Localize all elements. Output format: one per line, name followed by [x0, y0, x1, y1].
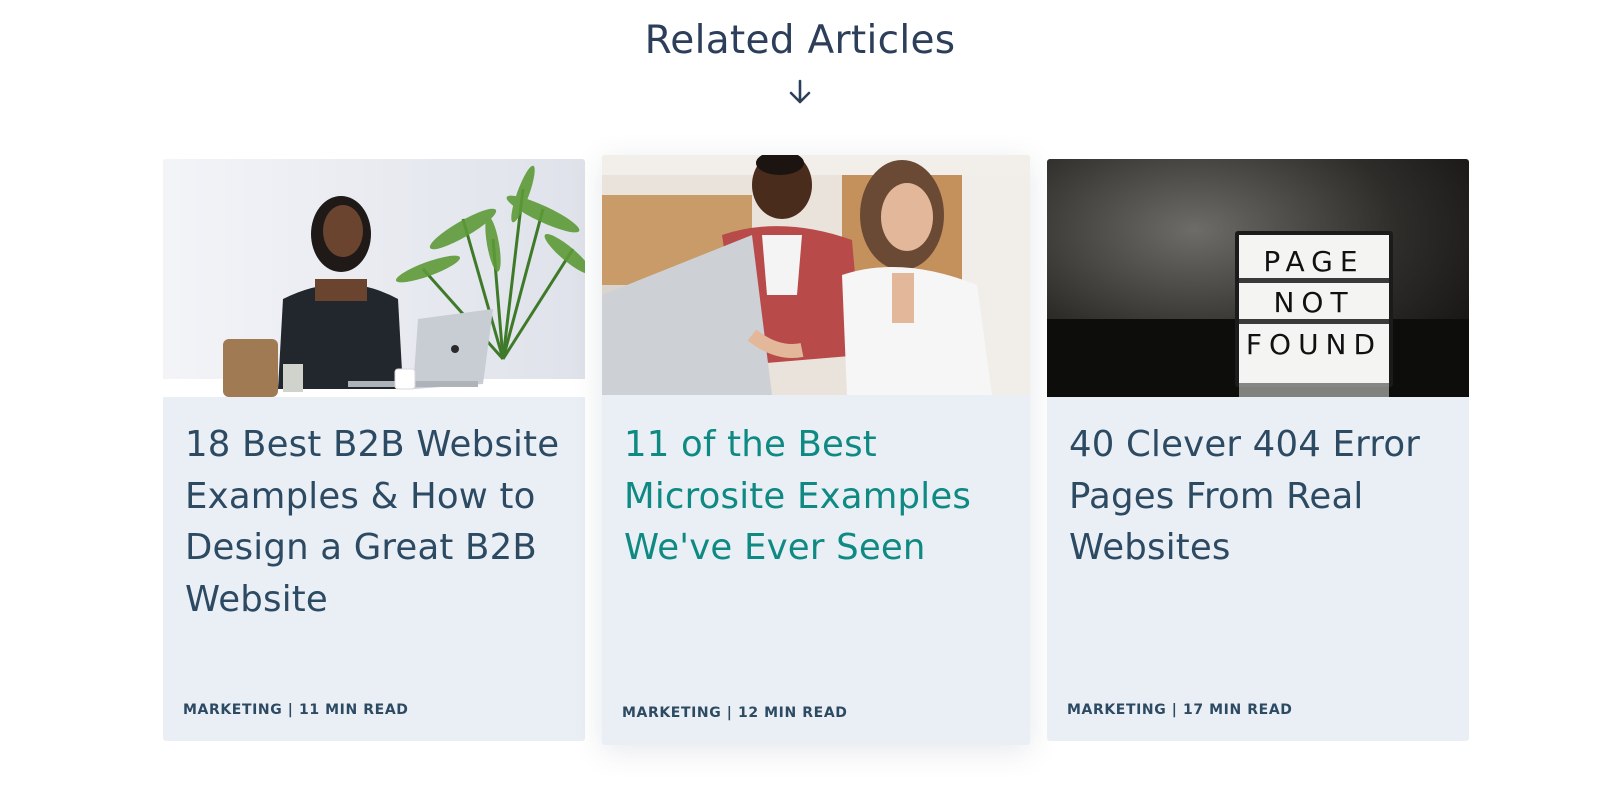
article-card-microsite-examples[interactable]: 11 of the Best Microsite Examples We've …	[602, 155, 1030, 745]
article-image[interactable]: PAGE NOT FOUND	[1047, 159, 1469, 397]
section-heading: Related Articles	[644, 18, 956, 63]
article-card-404-error-pages[interactable]: PAGE NOT FOUND 40 Clever 404 Error Pages…	[1047, 159, 1469, 741]
article-meta: MARKETING | 11 MIN READ	[183, 702, 409, 718]
two-people-looking-at-laptop-photo	[602, 155, 1030, 395]
article-title-link[interactable]: 40 Clever 404 Error Pages From Real Webs…	[1069, 419, 1451, 574]
article-title-link[interactable]: 18 Best B2B Website Examples & How to De…	[185, 419, 567, 625]
article-meta: MARKETING | 17 MIN READ	[1067, 702, 1293, 718]
page-not-found-lightbox-photo: PAGE NOT FOUND	[1047, 159, 1469, 397]
arrow-down-icon	[789, 79, 811, 104]
article-image[interactable]	[602, 155, 1030, 395]
article-meta: MARKETING | 12 MIN READ	[622, 705, 848, 721]
lightbox-text-line: NOT	[1273, 286, 1354, 319]
woman-working-on-laptop-photo	[163, 159, 585, 397]
article-title-link[interactable]: 11 of the Best Microsite Examples We've …	[624, 419, 1012, 574]
lightbox-text-line: FOUND	[1246, 328, 1382, 361]
article-card-b2b-website-examples[interactable]: 18 Best B2B Website Examples & How to De…	[163, 159, 585, 741]
article-image[interactable]	[163, 159, 585, 397]
lightbox-text-line: PAGE	[1263, 245, 1364, 278]
related-articles-section: Related Articles 18 Best B2B Website Exa…	[0, 0, 1600, 788]
